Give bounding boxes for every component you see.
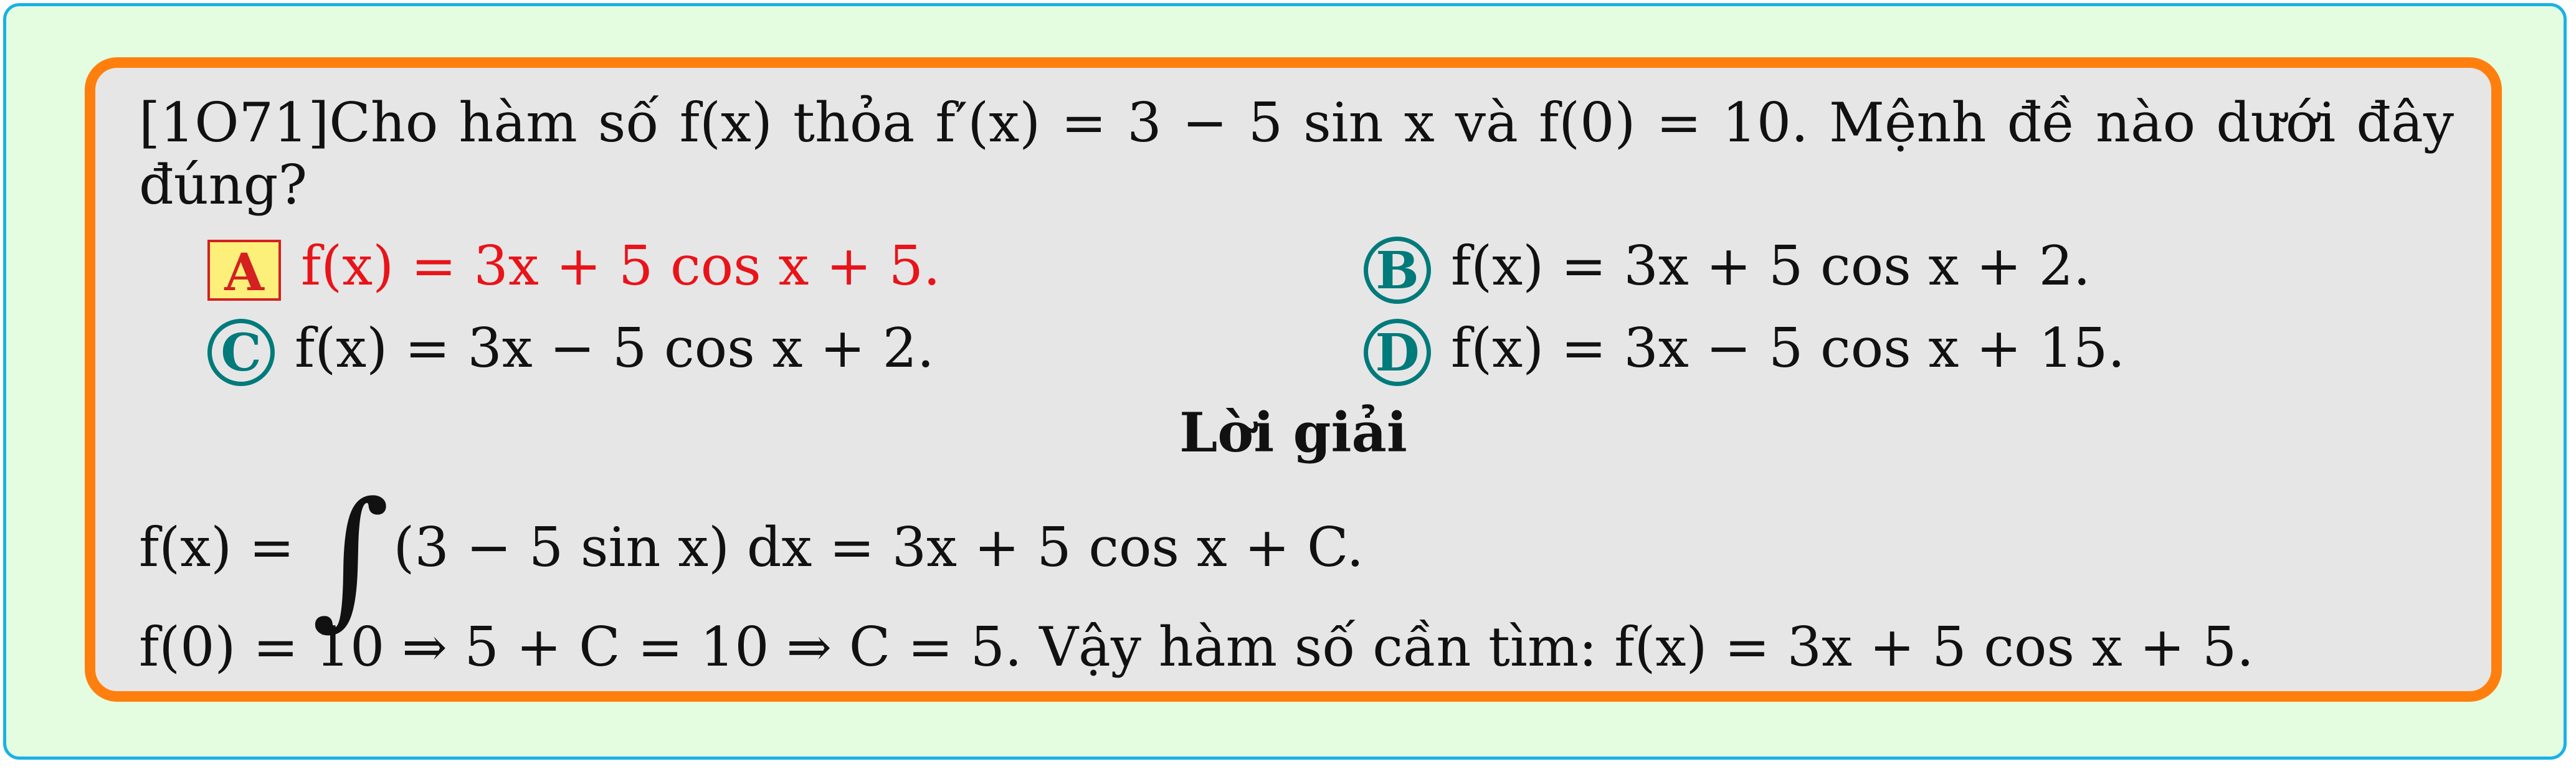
option-d-text: f(x) = 3x − 5 cos x + 15. bbox=[1451, 316, 2126, 380]
option-a-text: f(x) = 3x + 5 cos x + 5. bbox=[301, 234, 941, 298]
option-b-label: B bbox=[1364, 237, 1431, 304]
option-c-label: C bbox=[207, 319, 275, 387]
solution-line1-right: (3 − 5 sin x) dx = 3x + 5 cos x + C. bbox=[393, 516, 1364, 579]
solution-title: Lời giải bbox=[1179, 400, 1407, 465]
option-c[interactable]: Cf(x) = 3x − 5 cos x + 2. bbox=[207, 316, 934, 387]
option-d-label: D bbox=[1364, 319, 1431, 387]
question-box: [1O71]Cho hàm số f(x) thỏa f′(x) = 3 − 5… bbox=[85, 57, 2502, 702]
option-b-text: f(x) = 3x + 5 cos x + 2. bbox=[1451, 234, 2091, 298]
option-d[interactable]: Df(x) = 3x − 5 cos x + 15. bbox=[1364, 316, 2126, 387]
outer-frame: [1O71]Cho hàm số f(x) thỏa f′(x) = 3 − 5… bbox=[3, 3, 2567, 760]
solution-line1-left: f(x) = bbox=[139, 516, 295, 579]
option-a[interactable]: Af(x) = 3x + 5 cos x + 5. bbox=[207, 234, 941, 303]
solution-line1: f(x) = ∫(3 − 5 sin x) dx = 3x + 5 cos x … bbox=[139, 482, 1364, 631]
option-c-text: f(x) = 3x − 5 cos x + 2. bbox=[295, 316, 934, 380]
question-text-line1: [1O71]Cho hàm số f(x) thỏa f′(x) = 3 − 5… bbox=[139, 91, 2454, 154]
solution-line2: f(0) = 10 ⇒ 5 + C = 10 ⇒ C = 5. Vậy hàm … bbox=[139, 615, 2254, 679]
integral-sign: ∫ bbox=[311, 469, 390, 644]
option-b[interactable]: Bf(x) = 3x + 5 cos x + 2. bbox=[1364, 235, 2091, 304]
question-text-line2: đúng? bbox=[139, 153, 308, 217]
option-a-label: A bbox=[207, 240, 281, 303]
